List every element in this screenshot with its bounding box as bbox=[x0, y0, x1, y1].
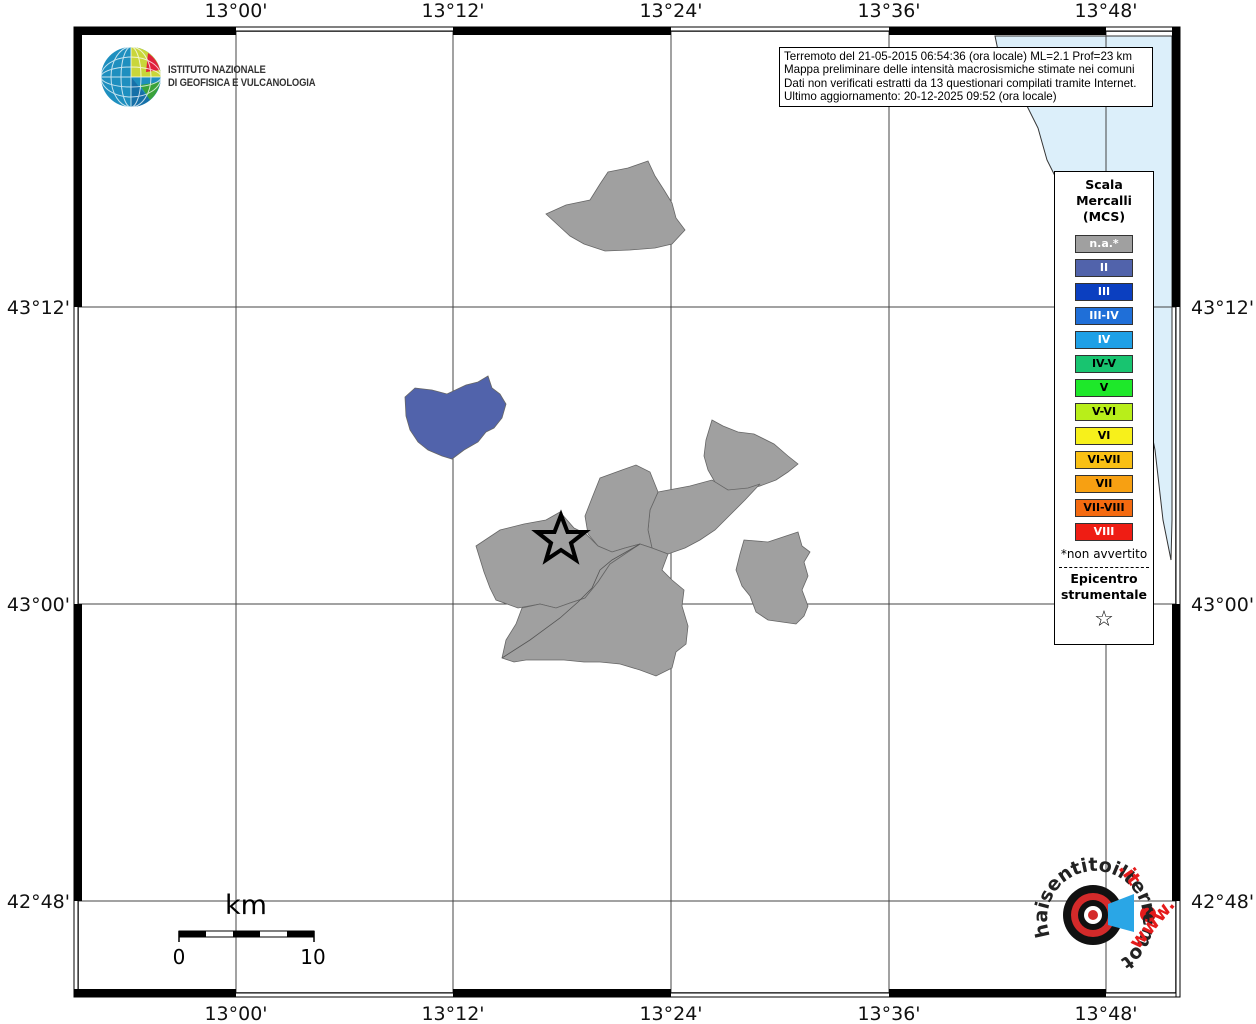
lon-tick-bottom: 13°00' bbox=[204, 1003, 267, 1024]
legend-item: IV-V bbox=[1075, 355, 1133, 373]
legend-item: III-IV bbox=[1075, 307, 1133, 325]
lon-tick-top: 13°12' bbox=[421, 0, 484, 22]
ingv-logo-globe bbox=[100, 46, 162, 108]
lon-tick-bottom: 13°36' bbox=[857, 1003, 920, 1024]
polygon-na-east-top bbox=[703, 419, 799, 491]
event-info-line: Mappa preliminare delle intensità macros… bbox=[784, 63, 1135, 77]
lon-tick-bottom: 13°24' bbox=[639, 1003, 702, 1024]
lat-tick-right: 42°48' bbox=[1191, 891, 1254, 913]
lon-tick-top: 13°24' bbox=[639, 0, 702, 22]
event-info-line: Ultimo aggiornamento: 20-12-2025 09:52 (… bbox=[784, 90, 1057, 104]
lat-tick-right: 43°00' bbox=[1191, 594, 1254, 616]
haisentito-text: haisentitoilterremoto bbox=[0, 0, 1160, 974]
legend-item: VI-VII bbox=[1075, 451, 1133, 469]
lon-tick-top: 13°36' bbox=[857, 0, 920, 22]
lon-tick-top: 13°48' bbox=[1074, 0, 1137, 22]
legend-epicenter-label: Epicentro strumentale bbox=[1055, 571, 1153, 603]
legend-item: VII-VIII bbox=[1075, 499, 1133, 517]
legend-items: n.a.* II III III-IV IV IV-V V V-VI VI VI-VII VII VI… bbox=[1055, 235, 1153, 541]
municipality-polygons bbox=[404, 160, 811, 677]
lon-tick-bottom: 13°48' bbox=[1074, 1003, 1137, 1024]
polygon-na-north bbox=[545, 160, 686, 252]
event-info-box: Terremoto del 21-05-2015 06:54:36 (ora l… bbox=[779, 47, 1153, 107]
legend-divider bbox=[1059, 567, 1149, 568]
scale-bar: km 0 10 bbox=[173, 890, 326, 969]
legend-item: V bbox=[1075, 379, 1133, 397]
legend-epi-line: strumentale bbox=[1060, 587, 1148, 602]
lon-tick-bottom: 13°12' bbox=[421, 1003, 484, 1024]
lon-tick-top: 13°00' bbox=[204, 0, 267, 22]
legend-title-line: Mercalli bbox=[1076, 193, 1132, 208]
lat-tick-left: 42°48' bbox=[7, 891, 70, 913]
legend-item: V-VI bbox=[1075, 403, 1133, 421]
ingv-line1: ISTITUTO NAZIONALE bbox=[168, 64, 266, 76]
legend-title: Scala Mercalli (MCS) bbox=[1055, 177, 1153, 225]
scale-end: 10 bbox=[300, 945, 325, 969]
event-info-line: Dati non verificati estratti da 13 quest… bbox=[784, 76, 1137, 90]
legend-item: II bbox=[1075, 259, 1133, 277]
legend-title-line: (MCS) bbox=[1082, 209, 1126, 224]
legend-item: VII bbox=[1075, 475, 1133, 493]
legend-item: n.a.* bbox=[1075, 235, 1133, 253]
legend-title-line: Scala bbox=[1085, 177, 1123, 192]
intensity-legend: Scala Mercalli (MCS) n.a.* II III III-IV IV I… bbox=[1054, 171, 1154, 645]
ingv-line2: DI GEOFISICA E VULCANOLOGIA bbox=[168, 77, 316, 89]
lat-tick-left: 43°00' bbox=[7, 594, 70, 616]
legend-epi-line: Epicentro bbox=[1070, 571, 1138, 586]
haisentito-logo: ? haisentitoilterremoto .it www. bbox=[0, 0, 1180, 974]
legend-item: III bbox=[1075, 283, 1133, 301]
polygon-intensity-II bbox=[404, 375, 507, 460]
legend-item: VI bbox=[1075, 427, 1133, 445]
event-info-line: Terremoto del 21-05-2015 06:54:36 (ora l… bbox=[784, 50, 1133, 63]
legend-item: IV bbox=[1075, 331, 1133, 349]
polygon-na-center bbox=[584, 464, 659, 553]
polygon-na-far-east bbox=[735, 531, 811, 625]
lat-tick-right: 43°12' bbox=[1191, 297, 1254, 319]
legend-item: VIII bbox=[1075, 523, 1133, 541]
ingv-logo-text: ISTITUTO NAZIONALE DI GEOFISICA E VULCAN… bbox=[168, 64, 316, 90]
lat-tick-left: 43°12' bbox=[7, 297, 70, 319]
map-canvas: 13°00' 13°12' 13°24' 13°36' 13°48' 13°00… bbox=[0, 0, 1256, 1024]
scale-unit: km bbox=[225, 890, 267, 921]
legend-note: *non avvertito bbox=[1060, 547, 1148, 561]
scale-start: 0 bbox=[173, 945, 186, 969]
legend-star-icon: ☆ bbox=[1094, 607, 1114, 632]
